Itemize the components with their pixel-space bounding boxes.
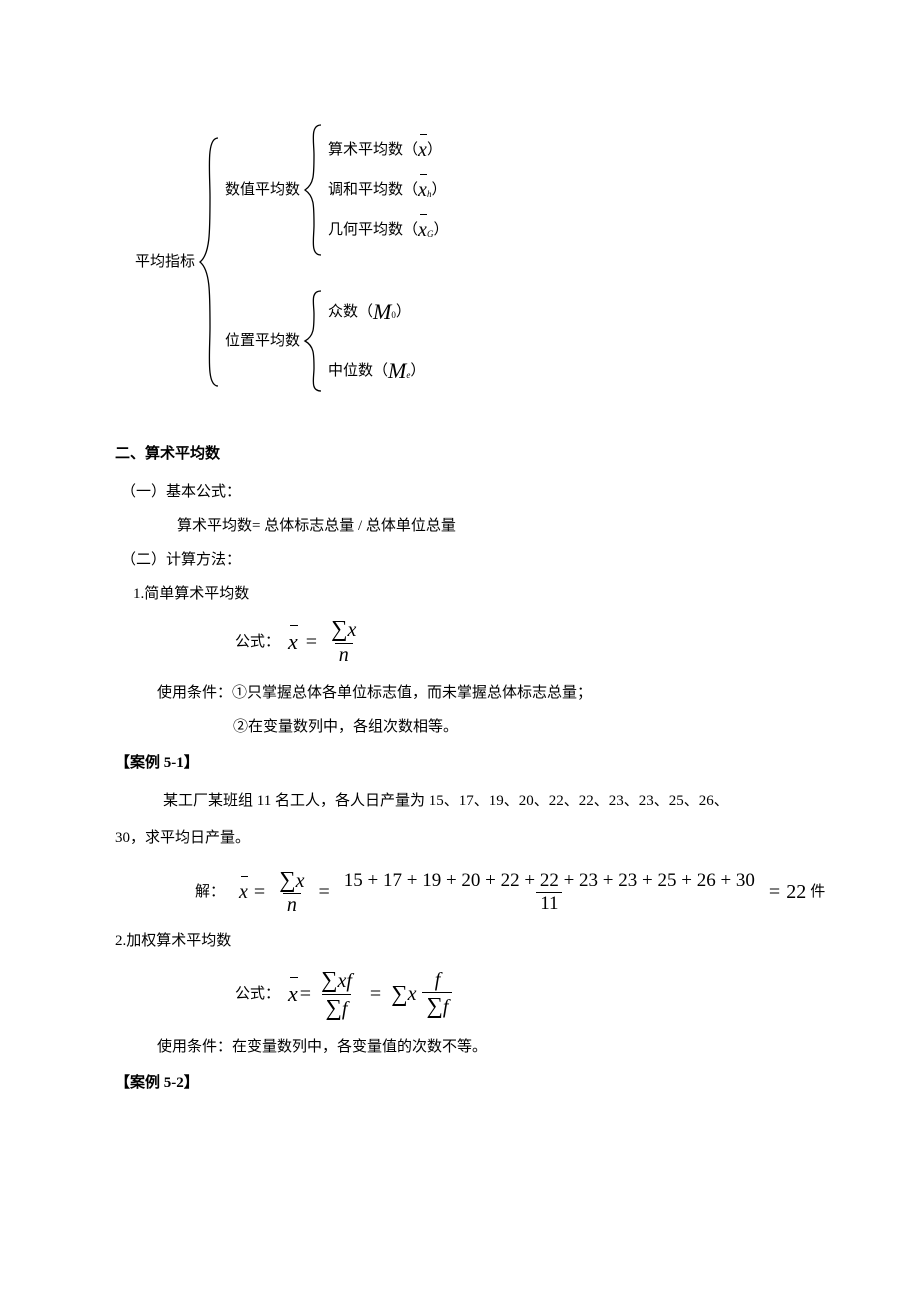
numerator: 15 + 17 + 19 + 20 + 22 + 22 + 23 + 23 + …	[340, 870, 759, 892]
subsection-title: （一）基本公式：	[121, 480, 805, 504]
condition-text: 使用条件：①只掌握总体各单位标志值，而未掌握总体标志总量；	[157, 681, 805, 705]
method-title: 1.简单算术平均数	[133, 582, 805, 606]
formula: 公式： x = ∑x n	[235, 616, 805, 666]
fraction: 15 + 17 + 19 + 20 + 22 + 22 + 23 + 23 + …	[340, 870, 759, 915]
leaf-close: ）	[410, 359, 425, 383]
tree-children: 数值平均数 算术平均数（ x ） 调和平均数（ xh ）	[225, 120, 448, 404]
leaf-close: ）	[431, 178, 446, 202]
symbol-xbar: x	[418, 140, 427, 160]
tree-root-label: 平均指标	[135, 250, 195, 274]
classification-tree: 平均指标 数值平均数 算术平均数（ x ）	[135, 120, 805, 404]
method-title: 2.加权算术平均数	[115, 929, 805, 953]
case-body: 30，求平均日产量。	[115, 822, 805, 855]
equals-sign: =	[300, 626, 323, 658]
section-heading: 二、算术平均数	[115, 442, 805, 466]
solution-label: 解：	[195, 880, 225, 904]
brace-icon	[195, 132, 225, 392]
leaf-list: 众数（ M0 ） 中位数（ Me ）	[328, 278, 425, 404]
symbol-xbar: x	[239, 882, 248, 902]
leaf-close: ）	[427, 138, 442, 162]
equals-sign: =	[248, 876, 271, 908]
formula-label: 公式：	[235, 630, 280, 654]
subsection-title: （二）计算方法：	[121, 548, 805, 572]
brace-icon	[300, 120, 328, 260]
symbol-m: M	[373, 294, 391, 329]
leaf-close: ）	[396, 300, 411, 324]
leaf-text: 算术平均数（	[328, 138, 418, 162]
leaf-list: 算术平均数（ x ） 调和平均数（ xh ） 几何平均数（ xG ）	[328, 126, 448, 254]
result-unit: 件	[810, 880, 825, 904]
equals-sign: =	[312, 876, 335, 908]
subscript: 0	[391, 308, 396, 322]
leaf-item: 几何平均数（ xG ）	[328, 210, 448, 250]
symbol-x: x	[408, 978, 417, 1010]
subscript: G	[427, 227, 434, 241]
fraction: ∑x n	[327, 616, 360, 666]
denominator: 11	[536, 892, 562, 915]
leaf-item: 中位数（ Me ）	[328, 341, 425, 400]
fraction: f ∑f	[422, 969, 452, 1019]
document-page: 平均指标 数值平均数 算术平均数（ x ）	[0, 0, 920, 1163]
branch-label: 位置平均数	[225, 329, 300, 353]
condition-text: 使用条件：在变量数列中，各变量值的次数不等。	[157, 1035, 805, 1059]
fraction: ∑x n	[275, 867, 308, 917]
leaf-text: 中位数（	[328, 359, 388, 383]
fraction: ∑xf ∑f	[317, 967, 356, 1021]
spacer	[225, 260, 448, 278]
leaf-item: 调和平均数（ xh ）	[328, 170, 448, 210]
branch-label: 数值平均数	[225, 178, 300, 202]
case-title: 【案例 5-1】	[115, 751, 805, 775]
condition-text: ②在变量数列中，各组次数相等。	[233, 715, 805, 739]
leaf-item: 算术平均数（ x ）	[328, 130, 448, 170]
tree-branch: 数值平均数 算术平均数（ x ） 调和平均数（ xh ）	[225, 120, 448, 260]
leaf-text: 几何平均数（	[328, 218, 418, 242]
equals-sign: =	[360, 978, 391, 1010]
equals-sign: =	[298, 978, 313, 1010]
leaf-item: 众数（ M0 ）	[328, 282, 425, 341]
equals-sign: =	[763, 876, 786, 908]
leaf-close: ）	[433, 218, 448, 242]
result-value: 22	[786, 876, 806, 908]
symbol-m: M	[388, 353, 406, 388]
symbol-xbar: x	[418, 180, 427, 200]
tree-branch: 位置平均数 众数（ M0 ） 中位数（ Me ）	[225, 278, 448, 404]
formula-label: 公式：	[235, 982, 280, 1006]
subscript: h	[427, 187, 432, 201]
case-body: 某工厂某班组 11 名工人，各人日产量为 15、17、19、20、22、22、2…	[115, 785, 805, 818]
leaf-text: 众数（	[328, 300, 373, 324]
case-title: 【案例 5-2】	[115, 1071, 805, 1095]
brace-icon	[300, 286, 328, 396]
symbol-xbar: x	[418, 220, 427, 240]
symbol-xbar: x	[288, 631, 298, 653]
solution-formula: 解： x = ∑x n = 15 + 17 + 19 + 20 + 22 + 2…	[195, 867, 805, 917]
sum-operator: ∑	[391, 976, 407, 1013]
body-text: 算术平均数= 总体标志总量 / 总体单位总量	[177, 514, 805, 538]
leaf-text: 调和平均数（	[328, 178, 418, 202]
subscript: e	[406, 368, 410, 382]
formula: 公式： x = ∑xf ∑f = ∑ x f ∑f	[235, 967, 805, 1021]
symbol-xbar: x	[288, 983, 298, 1005]
